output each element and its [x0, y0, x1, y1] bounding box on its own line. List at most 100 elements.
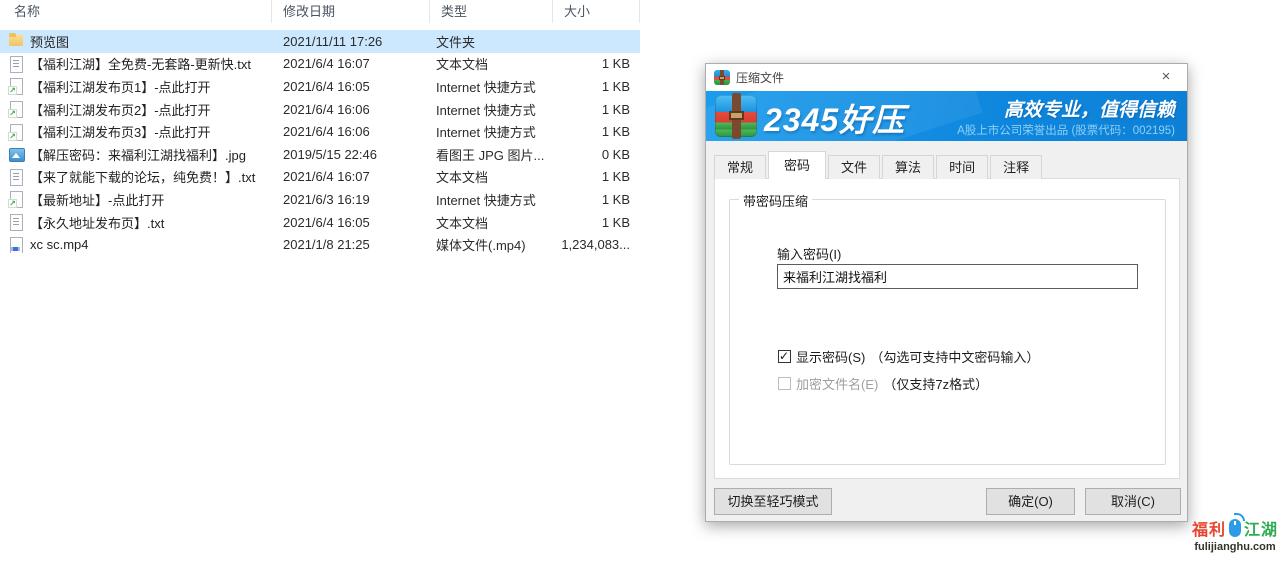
close-icon[interactable]: ×: [1151, 67, 1181, 87]
dialog-tabs: 常规 密码 文件 算法 时间 注释: [714, 151, 1044, 179]
column-header-date[interactable]: 修改日期: [272, 0, 430, 23]
file-date: 2021/11/11 17:26: [272, 34, 430, 49]
file-name: 【福利江湖】全免费-无套路-更新快.txt: [30, 54, 251, 73]
file-name: 预览图: [30, 32, 69, 51]
file-row[interactable]: 预览图 2021/11/11 17:26 文件夹: [0, 30, 640, 53]
show-password-label: 显示密码(S): [796, 347, 865, 366]
password-input-label: 输入密码(I): [777, 244, 841, 263]
file-name: 【福利江湖发布页1】-点此打开: [30, 77, 211, 96]
shortcut-arrow-icon: ↗: [8, 132, 17, 141]
encrypt-names-label: 加密文件名(E): [796, 374, 878, 393]
shortcut-arrow-icon: ↗: [8, 86, 17, 95]
haozip-banner: 2345好压 高效专业，值得信赖 A股上市公司荣誉出品 (股票代码：002195…: [706, 91, 1187, 141]
ok-button[interactable]: 确定(O): [986, 488, 1075, 515]
file-name: 【福利江湖发布页2】-点此打开: [30, 100, 211, 119]
file-name: 【最新地址】-点此打开: [30, 190, 164, 209]
text-file-icon: [8, 214, 24, 230]
internet-shortcut-icon: ↗: [8, 101, 24, 117]
banner-subtitle: A股上市公司荣誉出品 (股票代码：002195): [957, 122, 1175, 138]
show-password-row: 显示密码(S) （勾选可支持中文密码输入）: [778, 347, 1039, 366]
brand-name: 2345好压: [764, 95, 905, 141]
file-rows: 预览图 2021/11/11 17:26 文件夹 【福利江湖】全免费-无套路-更…: [0, 30, 640, 256]
internet-shortcut-icon: ↗: [8, 191, 24, 207]
column-header-name[interactable]: 名称: [0, 0, 272, 23]
password-input[interactable]: [777, 264, 1138, 289]
file-explorer-list: 名称 修改日期 类型 大小 预览图 2021/11/11 17:26 文件夹 【…: [0, 0, 640, 23]
file-date: 2021/6/3 16:19: [272, 192, 430, 207]
file-date: 2021/6/4 16:07: [272, 169, 430, 184]
file-type: Internet 快捷方式: [430, 122, 553, 141]
mouse-icon: [1229, 519, 1241, 537]
file-row[interactable]: ↗ 【最新地址】-点此打开 2021/6/3 16:19 Internet 快捷方…: [0, 188, 640, 211]
folder-icon: [8, 33, 24, 49]
file-type: 文本文档: [430, 167, 553, 186]
file-type: Internet 快捷方式: [430, 100, 553, 119]
file-type: 文本文档: [430, 213, 553, 232]
file-date: 2021/6/4 16:05: [272, 215, 430, 230]
watermark-text-left: 福利: [1192, 516, 1226, 540]
column-header-type[interactable]: 类型: [430, 0, 553, 23]
switch-lite-mode-button[interactable]: 切换至轻巧模式: [714, 488, 832, 515]
encrypt-names-row: 加密文件名(E) （仅支持7z格式）: [778, 374, 988, 393]
file-date: 2021/6/4 16:07: [272, 56, 430, 71]
dialog-titlebar[interactable]: 压缩文件 ×: [706, 64, 1187, 91]
file-date: 2021/1/8 21:25: [272, 237, 430, 252]
groupbox-title: 带密码压缩: [739, 191, 812, 210]
show-password-hint: （勾选可支持中文密码输入）: [870, 347, 1039, 366]
screen: 名称 修改日期 类型 大小 预览图 2021/11/11 17:26 文件夹 【…: [0, 0, 1280, 569]
file-date: 2021/6/4 16:06: [272, 124, 430, 139]
shortcut-arrow-icon: ↗: [8, 109, 17, 118]
file-date: 2019/5/15 22:46: [272, 147, 430, 162]
password-groupbox: 带密码压缩 输入密码(I) 显示密码(S) （勾选可支持中文密码输入） 加密文件…: [729, 199, 1166, 465]
internet-shortcut-icon: ↗: [8, 78, 24, 94]
column-header-size[interactable]: 大小: [553, 0, 640, 23]
file-name: 【福利江湖发布页3】-点此打开: [30, 122, 211, 141]
file-type: 文本文档: [430, 54, 553, 73]
file-type: 媒体文件(.mp4): [430, 235, 553, 254]
file-row[interactable]: ↗ 【福利江湖发布页3】-点此打开 2021/6/4 16:06 Internet…: [0, 120, 640, 143]
show-password-checkbox[interactable]: [778, 350, 791, 363]
file-size: 1 KB: [553, 102, 640, 117]
tab-algorithm[interactable]: 算法: [882, 155, 934, 179]
column-headers: 名称 修改日期 类型 大小: [0, 0, 640, 23]
password-tab-panel: 带密码压缩 输入密码(I) 显示密码(S) （勾选可支持中文密码输入） 加密文件…: [714, 178, 1180, 479]
file-type: 文件夹: [430, 32, 553, 51]
file-row[interactable]: 【解压密码：来福利江湖找福利】.jpg 2019/5/15 22:46 看图王 …: [0, 143, 640, 166]
fulijianghu-watermark: 福利 江湖 fulijianghu.com: [1190, 516, 1280, 553]
file-name: 【永久地址发布页】.txt: [30, 213, 164, 232]
file-name: 【解压密码：来福利江湖找福利】.jpg: [30, 145, 246, 164]
haozip-app-icon: [714, 70, 730, 85]
file-size: 1,234,083...: [553, 237, 640, 252]
tab-comment[interactable]: 注释: [990, 155, 1042, 179]
tab-general[interactable]: 常规: [714, 155, 766, 179]
watermark-domain: fulijianghu.com: [1190, 541, 1280, 553]
encrypt-names-checkbox[interactable]: [778, 377, 791, 390]
haozip-logo-icon: [715, 95, 757, 137]
file-row[interactable]: xc sc.mp4 2021/1/8 21:25 媒体文件(.mp4) 1,23…: [0, 233, 640, 256]
file-row[interactable]: 【福利江湖】全免费-无套路-更新快.txt 2021/6/4 16:07 文本文…: [0, 53, 640, 76]
file-size: 1 KB: [553, 169, 640, 184]
file-size: 1 KB: [553, 79, 640, 94]
file-size: 1 KB: [553, 215, 640, 230]
watermark-text-right: 江湖: [1244, 516, 1278, 540]
file-date: 2021/6/4 16:05: [272, 79, 430, 94]
file-row[interactable]: 【来了就能下载的论坛，纯免费！】.txt 2021/6/4 16:07 文本文档…: [0, 166, 640, 189]
tab-password[interactable]: 密码: [768, 151, 826, 179]
file-type: Internet 快捷方式: [430, 77, 553, 96]
file-size: 1 KB: [553, 124, 640, 139]
file-row[interactable]: 【永久地址发布页】.txt 2021/6/4 16:05 文本文档 1 KB: [0, 211, 640, 234]
file-row[interactable]: ↗【福利江湖发布页2】-点此打开 2021/6/4 16:06 Internet…: [0, 98, 640, 121]
banner-tagline: 高效专业，值得信赖: [1004, 95, 1175, 122]
file-type: Internet 快捷方式: [430, 190, 553, 209]
shortcut-arrow-icon: ↗: [8, 199, 17, 208]
tab-time[interactable]: 时间: [936, 155, 988, 179]
jpg-image-icon: [8, 146, 24, 162]
file-size: 0 KB: [553, 147, 640, 162]
tab-files[interactable]: 文件: [828, 155, 880, 179]
file-row[interactable]: ↗ 【福利江湖发布页1】-点此打开 2021/6/4 16:05 Internet…: [0, 75, 640, 98]
encrypt-names-hint: （仅支持7z格式）: [883, 374, 988, 393]
file-size: 1 KB: [553, 56, 640, 71]
text-file-icon: [8, 169, 24, 185]
cancel-button[interactable]: 取消(C): [1085, 488, 1181, 515]
file-name: 【来了就能下载的论坛，纯免费！】.txt: [30, 167, 255, 186]
